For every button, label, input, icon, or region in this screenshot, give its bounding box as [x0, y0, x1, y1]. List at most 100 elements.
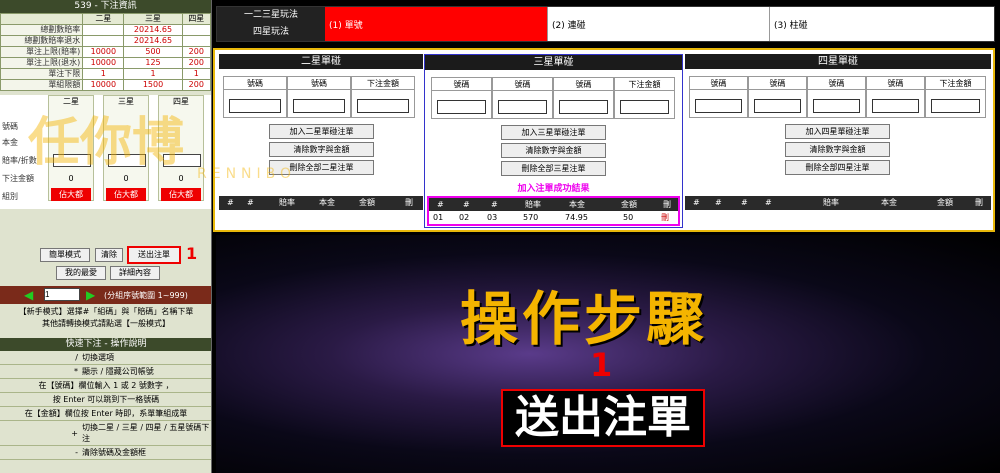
- mode-option-pillar[interactable]: (3) 柱碰: [769, 7, 994, 41]
- cell: 02: [459, 213, 470, 222]
- arrow-right-icon[interactable]: ▶: [86, 288, 95, 302]
- quick-guide-table: / 切換選項 * 顯示 / 隱藏公司帳號 在【號碼】欄位輸入 1 或 2 號數字 ，…: [0, 351, 211, 460]
- number-input[interactable]: [293, 99, 345, 113]
- header: 賠率: [525, 200, 541, 209]
- arrow-left-icon[interactable]: ◀: [24, 288, 33, 302]
- cell: 10000: [82, 79, 125, 91]
- row-label: 單注下限: [0, 68, 84, 80]
- header: #: [491, 200, 498, 209]
- number-input[interactable]: [872, 99, 919, 113]
- delete-link[interactable]: 刪: [661, 211, 669, 224]
- brand-watermark: 任你博: [28, 112, 185, 173]
- details-button[interactable]: 詳細內容: [110, 266, 160, 280]
- table-row: 01 02 03 570 74.95 50 刪: [429, 211, 678, 224]
- page-range-hint: (分組序號範圍 1~999): [104, 291, 188, 300]
- desc: 顯示 / 隱藏公司帳號: [80, 364, 211, 379]
- header: 金額: [359, 198, 375, 207]
- step-callout: 送出注單: [501, 389, 705, 447]
- table-header: 三星: [123, 13, 183, 25]
- amount-input[interactable]: [931, 99, 980, 113]
- cell: 500: [123, 46, 183, 58]
- field-label: 組別: [2, 192, 18, 201]
- header: 刪: [975, 198, 983, 207]
- cell: [82, 24, 125, 36]
- number-input[interactable]: [498, 100, 547, 114]
- two-star-panel: 二星單碰 號碼 號碼 下注金額 加入二星單碰注單 清除數字與金額 刪除全部二星注…: [219, 54, 423, 228]
- key: /: [0, 351, 80, 365]
- row-label: 總劃數賠率: [0, 24, 84, 36]
- header: #: [463, 200, 470, 209]
- number-input[interactable]: [813, 99, 860, 113]
- clear-numbers-button[interactable]: 清除數字與金額: [785, 142, 890, 157]
- cell: 50: [623, 213, 634, 222]
- number-input[interactable]: [229, 99, 281, 113]
- clear-numbers-button[interactable]: 清除數字與金額: [269, 142, 374, 157]
- cell: 20214.65: [123, 24, 183, 36]
- col-header: 號碼: [867, 77, 924, 90]
- header: #: [693, 198, 700, 207]
- number-input[interactable]: [437, 100, 486, 114]
- panel-title: 二星單碰: [219, 54, 423, 69]
- table-header: 四星: [181, 13, 211, 25]
- cell: [181, 35, 211, 47]
- cell: 10000: [82, 46, 125, 58]
- cell: 200: [181, 57, 211, 69]
- number-input[interactable]: [695, 99, 742, 113]
- header: 本金: [881, 198, 897, 207]
- add-two-star-button[interactable]: 加入二星單碰注單: [269, 124, 374, 139]
- cell: 03: [487, 213, 498, 222]
- header: 本金: [319, 198, 335, 207]
- cell: [82, 35, 125, 47]
- number-input[interactable]: [754, 99, 801, 113]
- favorites-button[interactable]: 我的最愛: [56, 266, 106, 280]
- amount-input[interactable]: [620, 100, 669, 114]
- desc: 清除號碼及金額框: [80, 445, 211, 460]
- cell: 200: [181, 79, 211, 91]
- clear-numbers-button[interactable]: 清除數字與金額: [501, 143, 606, 158]
- row-label: 單組限額: [0, 79, 84, 91]
- col-header: 下注金額: [926, 77, 985, 90]
- add-four-star-button[interactable]: 加入四星單碰注單: [785, 124, 890, 139]
- mode-option-link[interactable]: (2) 連碰: [547, 7, 769, 41]
- red-label: 佔大都: [51, 188, 91, 201]
- steps-title: 操作步驟: [460, 285, 709, 353]
- guide-line: 在【號碼】欄位輸入 1 或 2 號數字 ，: [0, 378, 211, 393]
- result-header: # # 賠率 本金 金額 刪: [219, 196, 423, 210]
- simple-mode-button[interactable]: 簡單模式: [40, 248, 90, 262]
- key: *: [0, 364, 80, 379]
- clear-button[interactable]: 清除: [95, 248, 123, 262]
- header: 金額: [937, 198, 953, 207]
- header: 刪: [663, 200, 671, 209]
- cell: 10000: [82, 57, 125, 69]
- guide-line: 在【金額】欄位按 Enter 時即，系單筆組成單: [0, 406, 211, 421]
- col-header: 號碼: [749, 77, 806, 90]
- header: 刪: [405, 198, 413, 207]
- three-star-panel: 三星單碰 號碼 號碼 號碼 下注金額 加入三星單碰注單 清除數字與金額 刪除全部…: [424, 54, 683, 228]
- number-input[interactable]: [559, 100, 608, 114]
- field-label: 本金: [2, 138, 18, 147]
- result-header: # # # 賠率 本金 金額 刪: [429, 198, 678, 211]
- cell: [181, 24, 211, 36]
- cell: 74.95: [565, 213, 588, 222]
- cell: 125: [123, 57, 183, 69]
- mode-option-single[interactable]: (1) 單號: [325, 7, 547, 41]
- add-three-star-button[interactable]: 加入三星單碰注單: [501, 125, 606, 140]
- panel-title: 四星單碰: [685, 54, 991, 69]
- panel-title: 三星單碰: [425, 55, 682, 70]
- zero-value: 0: [68, 174, 74, 183]
- row-label: 單注上限(退水): [0, 57, 84, 69]
- header: #: [715, 198, 722, 207]
- page-input[interactable]: [44, 288, 80, 301]
- red-label: 佔大都: [106, 188, 146, 201]
- guide-line: 按 Enter 可以跳到下一格號碼: [0, 392, 211, 407]
- delete-all-button[interactable]: 刪除全部四星注單: [785, 160, 890, 175]
- delete-all-button[interactable]: 刪除全部三星注單: [501, 161, 606, 176]
- brand-watermark-sub: RENNIBO: [197, 166, 297, 182]
- submit-bet-button[interactable]: 送出注單: [127, 246, 181, 264]
- amount-input[interactable]: [357, 99, 409, 113]
- table-header: [0, 13, 84, 25]
- header: #: [227, 198, 234, 207]
- header: #: [247, 198, 254, 207]
- desc: 切換二星 / 三星 / 四星 / 五星號碼下注: [80, 420, 211, 446]
- cell: 1: [123, 68, 183, 80]
